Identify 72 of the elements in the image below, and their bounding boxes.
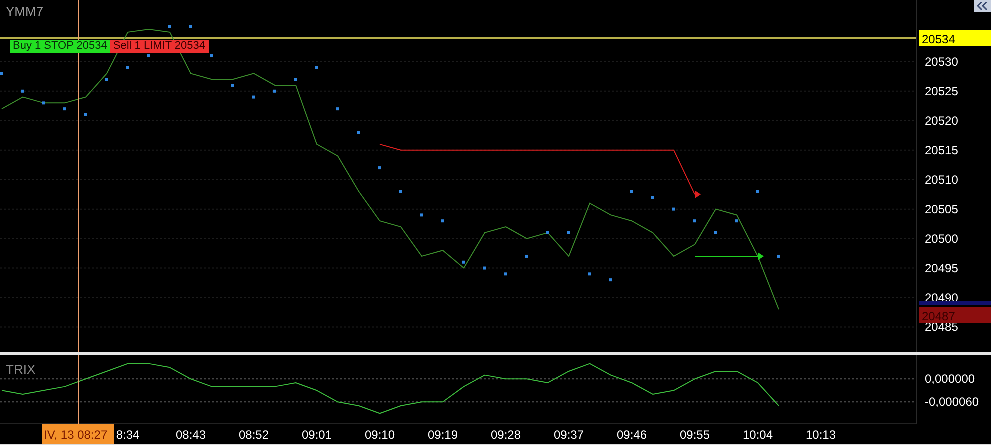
price-axis-label: 20530: [925, 54, 958, 69]
time-axis-label: 09:01: [302, 428, 332, 442]
point: [610, 278, 612, 282]
time-axis-label: 09:46: [616, 428, 648, 442]
point: [400, 190, 402, 194]
point: [168, 25, 172, 28]
point: [126, 66, 130, 70]
time-axis-label: 08:43: [176, 428, 206, 442]
point: [190, 25, 192, 28]
time-axis-label: 09:19: [428, 428, 458, 442]
point: [378, 166, 382, 170]
point: [672, 208, 676, 211]
price-axis-label: 20495: [925, 261, 958, 276]
point: [420, 214, 424, 217]
point: [358, 131, 360, 134]
point: [64, 108, 66, 111]
point: [210, 54, 214, 58]
indicator-label: TRIX: [6, 362, 36, 377]
point: [694, 220, 696, 223]
time-axis-label: 10:04: [742, 428, 774, 442]
point: [504, 272, 508, 276]
point: [84, 113, 88, 116]
point: [274, 90, 276, 93]
indicator-axis-label: 0,000000: [925, 372, 976, 386]
point: [148, 54, 150, 58]
time-axis-label: 09:28: [490, 428, 522, 442]
cursor-time-tag: IV, 13 08:27: [42, 424, 114, 444]
point: [22, 90, 24, 93]
point: [252, 96, 256, 99]
time-axis-label: 09:55: [680, 428, 710, 442]
point: [42, 102, 46, 105]
price-axis-label: 20500: [925, 232, 958, 246]
order-tag[interactable]: Buy 1 STOP 20534: [10, 40, 110, 54]
time-axis-label: 8:34: [116, 428, 140, 442]
cursor-line: [78, 354, 80, 424]
point: [462, 260, 466, 264]
point: [336, 108, 340, 111]
price-axis-label: 20520: [925, 114, 958, 128]
point: [778, 254, 780, 258]
collapse-button[interactable]: [974, 0, 991, 12]
point: [316, 66, 318, 70]
point: [736, 220, 738, 223]
point: [714, 231, 718, 234]
point: [546, 231, 550, 234]
double-chevron-icon: [976, 2, 988, 10]
point: [484, 266, 486, 270]
price-axis-label: 20510: [925, 172, 958, 187]
point: [294, 78, 298, 82]
order-line: [694, 252, 764, 260]
symbol-label: YMM7: [6, 4, 44, 19]
price-marker: [919, 301, 991, 306]
point: [568, 231, 570, 234]
time-axis-label: 10:13: [806, 428, 836, 442]
point: [756, 190, 760, 194]
price-axis-label: 20525: [925, 84, 958, 98]
price-axis-label: 20505: [925, 202, 958, 216]
indicator-axis-label: -0,000060: [925, 394, 980, 409]
price-tag: 20487: [919, 307, 991, 324]
point: [442, 220, 444, 223]
order-tag[interactable]: Sell 1 LIMIT 20534: [110, 40, 209, 54]
price-axis-label: 20515: [925, 143, 958, 158]
time-axis-label: 08:52: [238, 428, 270, 442]
point: [0, 72, 4, 76]
point: [106, 78, 108, 82]
point: [588, 272, 592, 276]
point: [652, 196, 654, 200]
price-tag: 20534: [919, 30, 991, 46]
point: [526, 254, 528, 258]
time-axis-label: 09:37: [554, 428, 584, 442]
point: [232, 84, 234, 87]
time-axis-label: 09:10: [364, 428, 396, 442]
point: [630, 190, 634, 194]
